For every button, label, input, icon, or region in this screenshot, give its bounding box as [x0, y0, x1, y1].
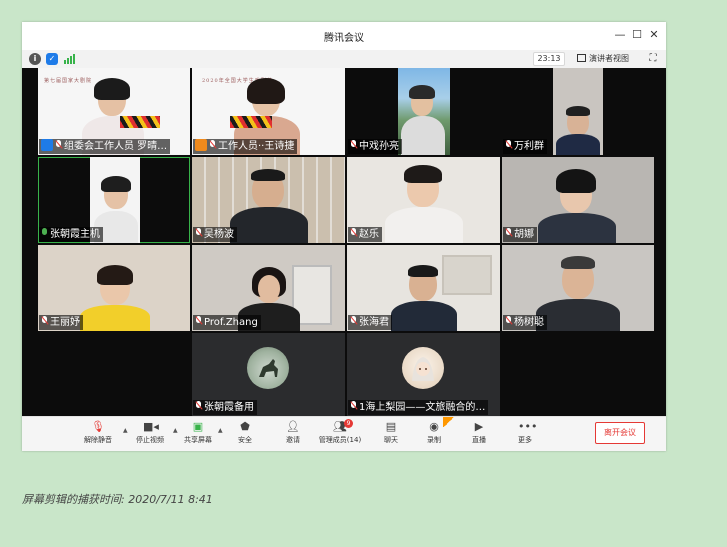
share-options-caret[interactable]: ▲ [218, 427, 223, 434]
video-tile[interactable]: 1海上梨园——文旅融合的… [347, 333, 500, 416]
video-tile[interactable]: 杨树聪 [502, 245, 654, 331]
video-options-caret[interactable]: ▲ [173, 427, 178, 434]
video-tile[interactable]: 第七届国家大剧院 组委会工作人员 罗晴… [38, 68, 190, 155]
chat-button[interactable]: ▤ 聊天 [376, 419, 406, 449]
video-tile[interactable]: 中戏孙亮 [347, 68, 500, 155]
video-tile[interactable]: Prof.Zhang [192, 245, 345, 331]
camera-icon: ■◂ [143, 420, 159, 433]
user-role-icon [41, 139, 53, 151]
mic-active-icon [41, 228, 48, 238]
mic-muted-icon [55, 140, 62, 150]
meeting-toolbar: 🎙︎ 解除静音 ▲ ■◂ 停止视频 ▲ ▣ 共享屏幕 ▲ ⬟ 安全 👤︎ 邀请 … [22, 416, 666, 451]
share-screen-icon: ▣ [192, 420, 204, 433]
audio-options-caret[interactable]: ▲ [123, 427, 128, 434]
mic-muted-icon [505, 140, 512, 150]
anime-portrait-icon [412, 357, 434, 381]
mic-muted-icon: 🎙︎ [91, 420, 105, 433]
participant-label: 张海君 [348, 315, 392, 330]
mic-muted-icon [505, 228, 512, 238]
participant-label: 中戏孙亮 [348, 139, 402, 154]
avatar [402, 347, 444, 389]
slide-logo-decor [120, 116, 160, 128]
mic-muted-icon [350, 228, 357, 238]
mic-muted-icon [505, 316, 512, 326]
mic-muted-icon [209, 140, 216, 150]
meeting-window: 腾讯会议 — ☐ ✕ i ✓ 23:13 演讲者视图 ⛶ 第七届国家大剧院 组委… [22, 22, 666, 451]
stop-video-button[interactable]: ■◂ 停止视频 [132, 419, 168, 449]
video-tile[interactable]: 张海君 [347, 245, 500, 331]
mic-muted-icon [350, 401, 357, 411]
video-tile[interactable]: 万利群 [502, 68, 654, 155]
info-icon[interactable]: i [29, 53, 41, 65]
window-title: 腾讯会议 [324, 33, 364, 44]
slide-text-decor: 第七届国家大剧院 [44, 78, 93, 84]
horse-statue-icon [259, 359, 278, 377]
participant-label: 胡娜 [503, 227, 537, 242]
shield-icon: ⬟ [240, 420, 250, 433]
mic-muted-icon [195, 228, 202, 238]
video-tile[interactable]: 吴杨波 [192, 157, 345, 243]
user-role-icon [195, 139, 207, 151]
shield-icon[interactable]: ✓ [46, 53, 58, 65]
add-user-icon: 👤︎ [286, 420, 300, 433]
invite-button[interactable]: 👤︎ 邀请 [278, 419, 308, 449]
video-grid: 第七届国家大剧院 组委会工作人员 罗晴… 2020年全国大学生戏剧节 工作人员·… [22, 68, 666, 416]
participant-label: 赵乐 [348, 227, 382, 242]
participant-label: 工作人员··王诗捷 [193, 139, 298, 154]
participant-label: 张朝霞备用 [193, 400, 257, 415]
video-tile[interactable]: 胡娜 [502, 157, 654, 243]
video-tile[interactable]: 王丽妤 [38, 245, 190, 331]
share-screen-button[interactable]: ▣ 共享屏幕 [180, 419, 216, 449]
slide-logo-decor [230, 116, 272, 128]
security-button[interactable]: ⬟ 安全 [230, 419, 260, 449]
video-tile[interactable]: 赵乐 [347, 157, 500, 243]
new-feature-corner [443, 417, 455, 427]
participant-label: 王丽妤 [39, 315, 83, 330]
more-dots-icon: ••• [518, 420, 538, 433]
leave-meeting-button[interactable]: 离开会议 [595, 422, 645, 444]
participant-label: 万利群 [503, 139, 547, 154]
unmute-button[interactable]: 🎙︎ 解除静音 [80, 419, 116, 449]
mic-muted-icon [41, 316, 48, 326]
live-button[interactable]: ▶ 直播 [465, 419, 493, 449]
mic-muted-icon [195, 401, 202, 411]
minimize-icon[interactable]: — [611, 26, 629, 44]
video-tile-active-speaker[interactable]: 张朝霞主机 [38, 157, 190, 243]
live-stream-icon: ▶ [474, 420, 484, 433]
title-bar: 腾讯会议 — ☐ ✕ [22, 22, 666, 50]
meeting-timer: 23:13 [533, 52, 565, 66]
close-icon[interactable]: ✕ [645, 26, 663, 44]
mic-muted-icon [195, 316, 202, 326]
video-tile[interactable]: 张朝霞备用 [192, 333, 345, 416]
record-icon: ◉ [429, 420, 439, 433]
speaker-view-icon [577, 54, 586, 62]
chat-icon: ▤ [385, 420, 397, 433]
shelf-decor [442, 255, 492, 295]
avatar [247, 347, 289, 389]
participant-label: 吴杨波 [193, 227, 237, 242]
participant-label: 1海上梨园——文旅融合的… [348, 400, 489, 415]
mic-muted-icon [350, 316, 357, 326]
video-tile[interactable]: 2020年全国大学生戏剧节 工作人员··王诗捷 [192, 68, 345, 155]
mic-muted-icon [350, 140, 357, 150]
participant-label: 组委会工作人员 罗晴… [39, 139, 171, 154]
manage-members-button[interactable]: 👥︎ 管理成员(14) 9 [316, 419, 364, 449]
participant-label: 杨树聪 [503, 315, 547, 330]
participant-label: Prof.Zhang [193, 315, 261, 330]
capture-caption: 屏幕剪辑的捕获时间: 2020/7/11 8:41 [22, 493, 213, 506]
fullscreen-icon[interactable]: ⛶ [646, 52, 660, 66]
more-button[interactable]: ••• 更多 [510, 419, 540, 449]
signal-icon[interactable] [64, 54, 76, 64]
speaker-view-button[interactable]: 演讲者视图 [577, 52, 635, 66]
meeting-info-bar: i ✓ 23:13 演讲者视图 ⛶ [22, 50, 666, 68]
participant-label: 张朝霞主机 [39, 227, 103, 242]
maximize-icon[interactable]: ☐ [628, 26, 646, 44]
speaker-view-label: 演讲者视图 [589, 54, 629, 63]
members-count-badge: 9 [344, 419, 353, 428]
